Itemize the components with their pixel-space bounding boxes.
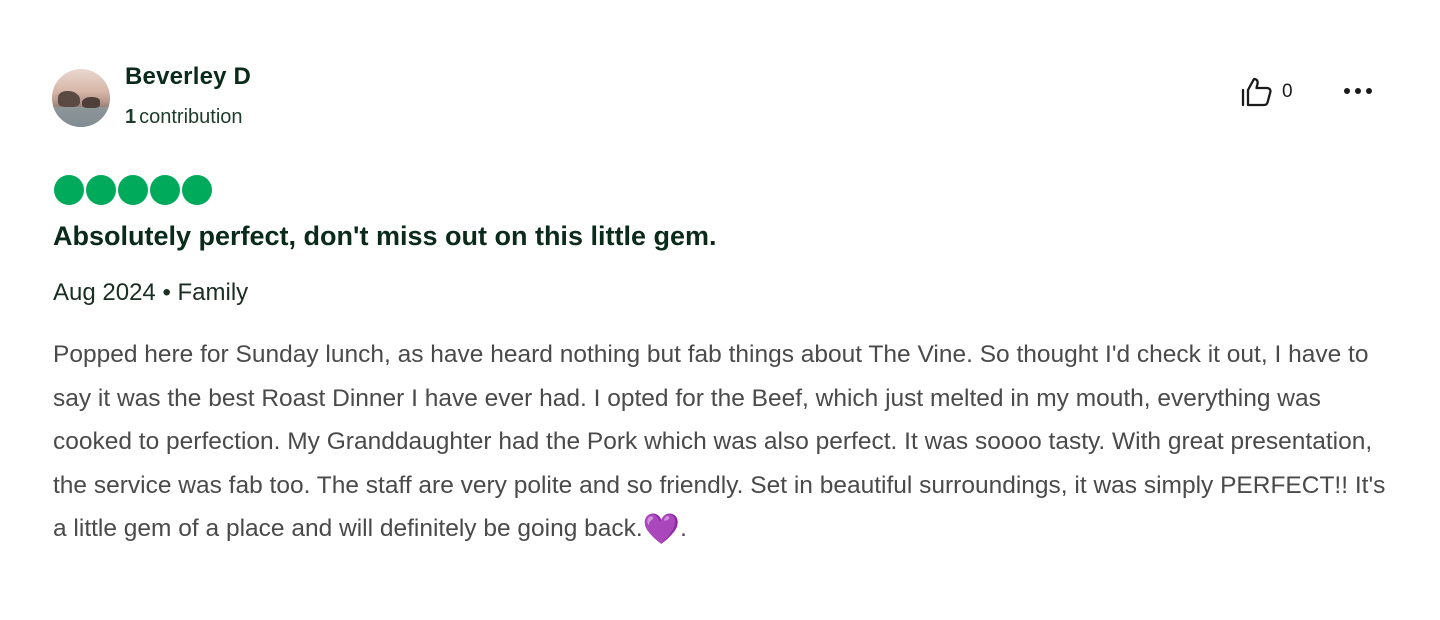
contribution-label: contribution [139,106,243,128]
more-options-icon [1366,88,1372,94]
avatar-rock [82,97,100,108]
rating-bubble-icon [86,175,116,205]
review-date: Aug 2024 [53,279,156,306]
review-text-end: . [680,515,687,542]
review-text: Popped here for Sunday lunch, as have he… [53,333,1388,552]
more-options-icon [1355,88,1361,94]
helpful-count: 0 [1282,81,1293,102]
avatar[interactable] [52,69,110,127]
thumbs-up-icon [1241,77,1272,107]
review-body: Popped here for Sunday lunch, as have he… [53,341,1386,542]
review-card: Beverley D 1 contribution 0 Absolutely pe… [0,0,1440,620]
more-options-button[interactable] [1336,78,1380,104]
contribution-number: 1 [125,106,137,128]
avatar-rock [58,91,80,107]
purple-heart-emoji: 💜 [642,513,681,546]
review-meta: Aug 2024 • Family [53,279,248,307]
trip-type: Family [177,279,249,306]
helpful-vote-button[interactable]: 0 [1240,76,1293,108]
more-options-icon [1344,88,1350,94]
rating-bubble-icon [118,175,148,205]
rating-bubble-icon [150,175,180,205]
reviewer-name[interactable]: Beverley D [125,63,251,91]
rating-bubble-icon [182,175,212,205]
meta-separator: • [162,279,171,306]
rating-bubble-icon [54,175,84,205]
contribution-count: 1 contribution [125,106,243,129]
avatar-sea [52,107,110,127]
rating-bubbles [54,175,212,205]
review-title[interactable]: Absolutely perfect, don't miss out on th… [53,221,716,252]
